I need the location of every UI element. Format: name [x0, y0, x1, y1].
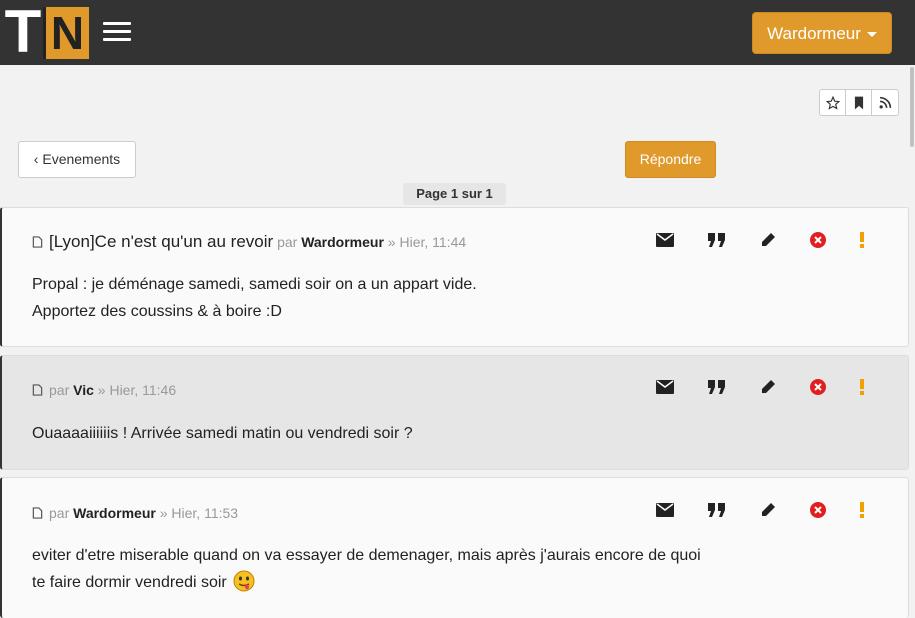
post-time: » Hier, 11:46	[97, 382, 177, 398]
envelope-icon[interactable]	[654, 377, 676, 397]
post: par Vic » Hier, 11:46 Ouaaaaiiiiiis ! Ar…	[0, 355, 909, 470]
post-title[interactable]: [Lyon]Ce n'est qu'un au revoir	[49, 232, 273, 251]
post-time: » Hier, 11:53	[159, 505, 239, 521]
delete-icon[interactable]	[807, 377, 829, 397]
chevron-left-icon: ‹	[33, 151, 39, 167]
report-icon[interactable]	[851, 500, 873, 520]
delete-icon[interactable]	[807, 230, 829, 250]
pencil-icon[interactable]	[757, 377, 779, 397]
post-line: Apportez des coussins & à boire :D	[32, 303, 282, 320]
page-scrollbar[interactable]	[909, 65, 915, 618]
drooling-face-icon	[233, 570, 255, 592]
post-line: eviter d'etre miserable quand on va essa…	[32, 547, 701, 564]
pagination-info: Page 1 sur 1	[403, 183, 506, 205]
quote-icon[interactable]	[706, 500, 728, 520]
post-header: par Vic » Hier, 11:46	[32, 382, 176, 399]
rss-icon[interactable]	[872, 90, 898, 115]
back-to-forum-button[interactable]: ‹ Evenements	[18, 141, 136, 178]
envelope-icon[interactable]	[654, 500, 676, 520]
post-header: par Wardormeur » Hier, 11:53	[32, 505, 238, 522]
post-content: Propal : je déménage samedi, samedi soir…	[32, 271, 477, 325]
report-icon[interactable]	[851, 230, 873, 250]
post-content: eviter d'etre miserable quand on va essa…	[32, 542, 701, 596]
back-label: Evenements	[42, 151, 121, 167]
post-by: par	[49, 382, 70, 398]
site-logo[interactable]: T N	[3, 0, 91, 65]
star-icon[interactable]	[820, 90, 846, 115]
post-line: Ouaaaaiiiiiis ! Arrivée samedi matin ou …	[32, 425, 413, 442]
post-author[interactable]: Wardormeur	[301, 234, 384, 250]
pencil-icon[interactable]	[757, 230, 779, 250]
post-author[interactable]: Wardormeur	[73, 505, 156, 521]
reply-button[interactable]: Répondre	[625, 141, 716, 178]
report-icon[interactable]	[851, 377, 873, 397]
bookmark-icon[interactable]	[846, 90, 872, 115]
post-document-icon[interactable]	[32, 506, 43, 522]
post-author[interactable]: Vic	[73, 382, 94, 398]
user-menu-label: Wardormeur	[767, 24, 861, 43]
scrollbar-thumb[interactable]	[910, 67, 914, 147]
post-content: Ouaaaaiiiiiis ! Arrivée samedi matin ou …	[32, 420, 413, 447]
topic-tools	[819, 89, 899, 116]
navbar: T N Wardormeur	[0, 0, 915, 65]
pencil-icon[interactable]	[757, 500, 779, 520]
post-line: Propal : je déménage samedi, samedi soir…	[32, 276, 477, 293]
post-actions	[654, 230, 874, 250]
post-actions	[654, 500, 874, 520]
post-by: par	[49, 505, 70, 521]
post-line: te faire dormir vendredi soir	[32, 574, 227, 591]
post-document-icon[interactable]	[32, 235, 43, 251]
logo-letter-t: T	[3, 0, 43, 65]
post-time: » Hier, 11:44	[387, 234, 467, 250]
quote-icon[interactable]	[706, 377, 728, 397]
envelope-icon[interactable]	[654, 230, 676, 250]
post-header: [Lyon]Ce n'est qu'un au revoir par Wardo…	[32, 232, 466, 252]
logo-letter-n: N	[43, 7, 89, 59]
delete-icon[interactable]	[807, 500, 829, 520]
post-by: par	[277, 234, 298, 250]
post: [Lyon]Ce n'est qu'un au revoir par Wardo…	[0, 207, 909, 347]
post-document-icon[interactable]	[32, 383, 43, 399]
user-menu-button[interactable]: Wardormeur	[752, 12, 892, 54]
quote-icon[interactable]	[706, 230, 728, 250]
menu-icon[interactable]	[103, 22, 131, 42]
caret-down-icon	[866, 32, 877, 38]
post: par Wardormeur » Hier, 11:53 eviter d'et…	[0, 477, 909, 618]
post-actions	[654, 377, 874, 397]
